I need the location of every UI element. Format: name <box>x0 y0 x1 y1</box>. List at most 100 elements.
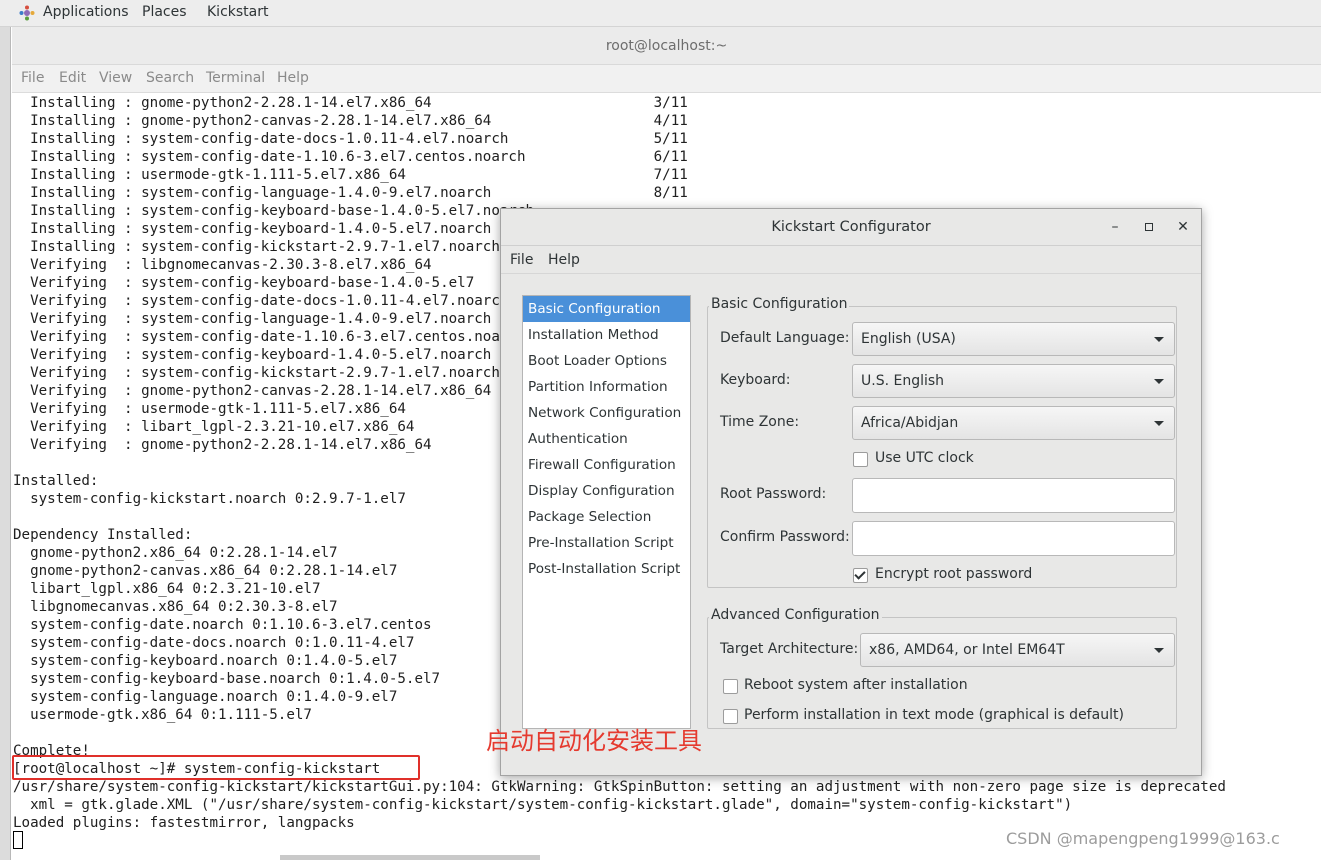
close-icon[interactable]: ✕ <box>1172 209 1194 246</box>
terminal-line: Verifying : libart_lgpl-2.3.21-10.el7.x8… <box>13 419 415 435</box>
chevron-down-icon <box>1154 337 1164 342</box>
terminal-line: Verifying : system-config-date-1.10.6-3.… <box>13 329 526 345</box>
timezone-label: Time Zone: <box>720 414 800 430</box>
gnome-top-bar: Applications Places Kickstart <box>0 0 1321 27</box>
sidebar-item-authentication[interactable]: Authentication <box>523 426 690 452</box>
terminal-line: Verifying : system-config-date-docs-1.0.… <box>13 293 509 309</box>
sidebar-item-partition-information[interactable]: Partition Information <box>523 374 690 400</box>
kickstart-menu-file[interactable]: File <box>510 252 533 268</box>
sidebar-item-package-selection[interactable]: Package Selection <box>523 504 690 530</box>
kickstart-title: Kickstart Configurator <box>501 209 1201 246</box>
target-architecture-combo[interactable]: x86, AMD64, or Intel EM64T <box>860 633 1175 667</box>
maximize-icon[interactable] <box>1138 209 1160 246</box>
sidebar-item-installation-method[interactable]: Installation Method <box>523 322 690 348</box>
places-menu[interactable]: Places <box>142 4 187 20</box>
terminal-line: Verifying : usermode-gtk-1.111-5.el7.x86… <box>13 401 406 417</box>
chevron-down-icon <box>1154 379 1164 384</box>
terminal-menu-edit[interactable]: Edit <box>59 70 86 86</box>
chevron-down-icon <box>1154 648 1164 653</box>
terminal-line: Installing : system-config-date-1.10.6-3… <box>13 149 688 165</box>
keyboard-value: U.S. English <box>861 373 945 389</box>
terminal-menubar: File Edit View Search Terminal Help <box>12 65 1321 93</box>
terminal-line: Verifying : system-config-keyboard-base-… <box>13 275 475 291</box>
terminal-menu-search[interactable]: Search <box>146 70 194 86</box>
terminal-line: Verifying : libgnomecanvas-2.30.3-8.el7.… <box>13 257 432 273</box>
terminal-line: system-config-language.noarch 0:1.4.0-9.… <box>13 689 398 705</box>
terminal-line: libgnomecanvas.x86_64 0:2.30.3-8.el7 <box>13 599 338 615</box>
keyboard-label: Keyboard: <box>720 372 791 388</box>
terminal-menu-help[interactable]: Help <box>277 70 309 86</box>
terminal-menu-file[interactable]: File <box>21 70 44 86</box>
root-password-label: Root Password: <box>720 486 827 502</box>
default-language-combo[interactable]: English (USA) <box>852 322 1175 356</box>
utc-clock-checkbox[interactable] <box>853 452 868 467</box>
advanced-configuration-heading: Advanced Configuration <box>709 607 882 623</box>
terminal-line: Installing : system-config-date-docs-1.0… <box>13 131 688 147</box>
terminal-line: Loaded plugins: fastestmirror, langpacks <box>13 815 355 831</box>
terminal-line: gnome-python2.x86_64 0:2.28.1-14.el7 <box>13 545 338 561</box>
terminal-line: Verifying : system-config-kickstart-2.9.… <box>13 365 500 381</box>
terminal-menu-terminal[interactable]: Terminal <box>206 70 265 86</box>
sidebar-item-basic-configuration[interactable]: Basic Configuration <box>523 296 690 322</box>
kickstart-menu-help[interactable]: Help <box>548 252 580 268</box>
timezone-combo[interactable]: Africa/Abidjan <box>852 406 1175 440</box>
terminal-line: /usr/share/system-config-kickstart/kicks… <box>13 779 1226 795</box>
terminal-line: Installing : system-config-kickstart-2.9… <box>13 239 500 255</box>
keyboard-combo[interactable]: U.S. English <box>852 364 1175 398</box>
desktop-edge <box>0 27 11 860</box>
sidebar-item-display-configuration[interactable]: Display Configuration <box>523 478 690 504</box>
terminal-line: Installing : usermode-gtk-1.111-5.el7.x8… <box>13 167 688 183</box>
terminal-line: Installing : system-config-keyboard-1.4.… <box>13 221 492 237</box>
terminal-line: system-config-kickstart.noarch 0:2.9.7-1… <box>13 491 406 507</box>
terminal-line: Installing : gnome-python2-2.28.1-14.el7… <box>13 95 688 111</box>
text-mode-install-label: Perform installation in text mode (graph… <box>744 707 1124 723</box>
kickstart-menubar: File Help <box>501 246 1201 274</box>
reboot-after-install-checkbox[interactable] <box>723 679 738 694</box>
default-language-value: English (USA) <box>861 331 956 347</box>
terminal-line: Installing : gnome-python2-canvas-2.28.1… <box>13 113 688 129</box>
terminal-line: Installed: <box>13 473 99 489</box>
terminal-line: gnome-python2-canvas.x86_64 0:2.28.1-14.… <box>13 563 398 579</box>
terminal-line: system-config-date.noarch 0:1.10.6-3.el7… <box>13 617 432 633</box>
timezone-value: Africa/Abidjan <box>861 415 959 431</box>
confirm-password-field[interactable] <box>852 521 1175 556</box>
confirm-password-label: Confirm Password: <box>720 529 850 545</box>
kickstart-taskbar-item[interactable]: Kickstart <box>207 4 268 20</box>
target-architecture-label: Target Architecture: <box>720 641 859 657</box>
terminal-line: Installing : system-config-keyboard-base… <box>13 203 535 219</box>
chevron-down-icon <box>1154 421 1164 426</box>
terminal-line: usermode-gtk.x86_64 0:1.111-5.el7 <box>13 707 312 723</box>
terminal-line: Verifying : gnome-python2-canvas-2.28.1-… <box>13 383 492 399</box>
terminal-line: libart_lgpl.x86_64 0:2.3.21-10.el7 <box>13 581 321 597</box>
applications-icon <box>19 5 35 21</box>
basic-configuration-heading: Basic Configuration <box>709 296 850 312</box>
horizontal-scrollbar[interactable] <box>280 855 540 860</box>
applications-menu[interactable]: Applications <box>43 4 129 20</box>
watermark: CSDN @mapengpeng1999@163.c <box>1006 829 1280 848</box>
command-highlight-box <box>12 755 420 780</box>
sidebar-item-post-installation-script[interactable]: Post-Installation Script <box>523 556 690 582</box>
sidebar-item-boot-loader-options[interactable]: Boot Loader Options <box>523 348 690 374</box>
terminal-line: system-config-keyboard.noarch 0:1.4.0-5.… <box>13 653 398 669</box>
sidebar-item-pre-installation-script[interactable]: Pre-Installation Script <box>523 530 690 556</box>
default-language-label: Default Language: <box>720 330 850 346</box>
kickstart-window: Kickstart Configurator – ✕ File Help Bas… <box>500 208 1202 776</box>
terminal-menu-view[interactable]: View <box>99 70 132 86</box>
sidebar-item-network-configuration[interactable]: Network Configuration <box>523 400 690 426</box>
minimize-icon[interactable]: – <box>1104 209 1126 246</box>
terminal-line: system-config-keyboard-base.noarch 0:1.4… <box>13 671 441 687</box>
category-list: Basic Configuration Installation Method … <box>522 295 691 729</box>
terminal-line: Dependency Installed: <box>13 527 193 543</box>
encrypt-root-password-checkbox[interactable] <box>853 568 868 583</box>
root-password-field[interactable] <box>852 478 1175 513</box>
terminal-line: Installing : system-config-language-1.4.… <box>13 185 688 201</box>
terminal-cursor <box>13 831 23 849</box>
reboot-after-install-label: Reboot system after installation <box>744 677 968 693</box>
annotation-label: 启动自动化安装工具 <box>486 727 702 755</box>
terminal-line: xml = gtk.glade.XML ("/usr/share/system-… <box>13 797 1073 813</box>
text-mode-install-checkbox[interactable] <box>723 709 738 724</box>
target-architecture-value: x86, AMD64, or Intel EM64T <box>869 642 1065 658</box>
encrypt-root-password-label: Encrypt root password <box>875 566 1033 582</box>
checkmark-icon <box>854 568 866 580</box>
sidebar-item-firewall-configuration[interactable]: Firewall Configuration <box>523 452 690 478</box>
